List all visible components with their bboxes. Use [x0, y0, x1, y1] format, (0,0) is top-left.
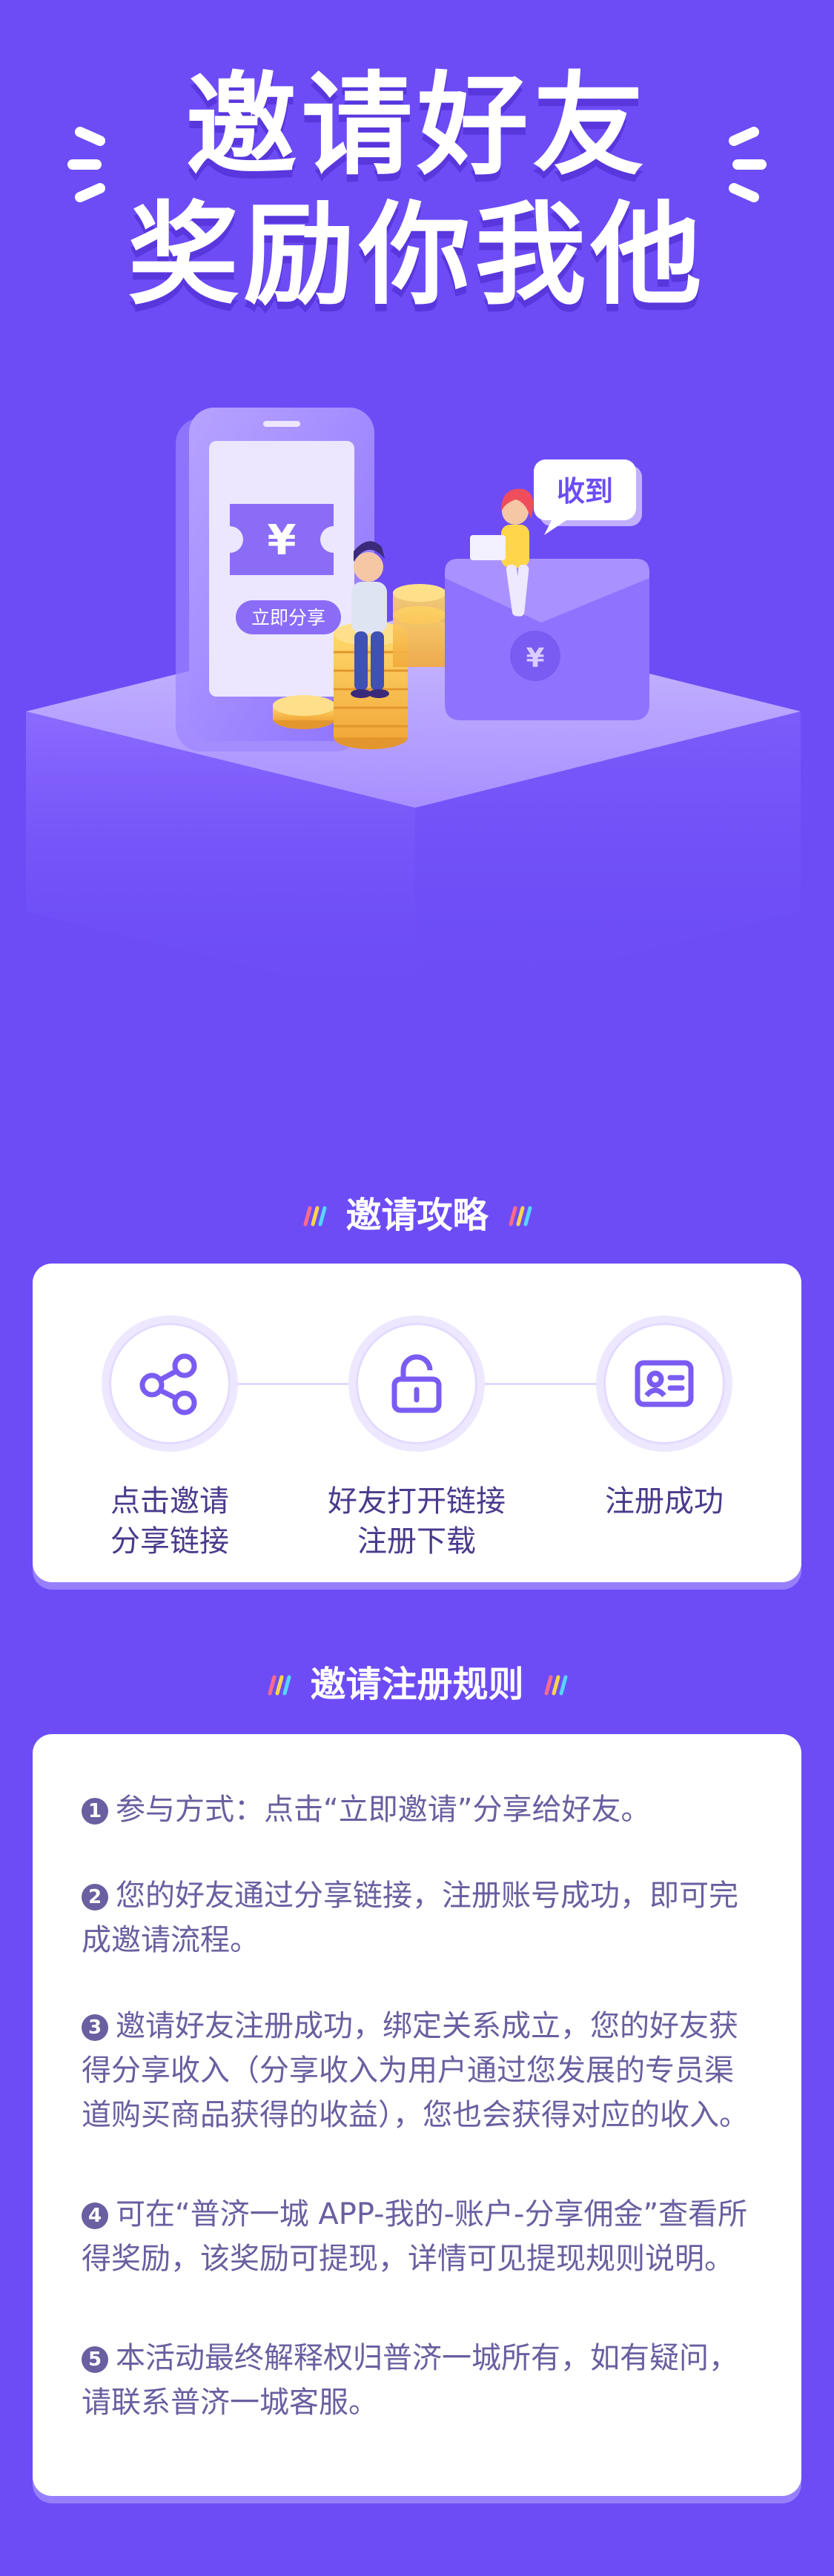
rule-number: 3	[82, 2014, 108, 2041]
confetti-icon	[509, 1206, 532, 1226]
rule-number: 2	[82, 1884, 108, 1911]
rule-text: 邀请好友注册成功，绑定关系成立，您的好友获得分享收入（分享收入为用户通过您发展的…	[82, 2009, 749, 2132]
wallet-illustration: ¥	[445, 559, 649, 720]
step-label: 好友打开链接 注册下载	[328, 1484, 506, 1558]
wallet-currency-symbol: ¥	[526, 643, 544, 674]
rule-item-3: 3 邀请好友注册成功，绑定关系成立，您的好友获得分享收入（分享收入为用户通过您发展…	[82, 2004, 756, 2137]
strategy-header: 邀请攻略	[0, 1191, 834, 1238]
step-open-link: 好友打开链接 注册下载	[305, 1315, 528, 1561]
rules-title: 邀请注册规则	[310, 1664, 524, 1705]
id-card-icon	[635, 1360, 694, 1407]
hero-illustration: ¥ 立即分享 ¥ 收到	[26, 408, 801, 1008]
confetti-icon	[268, 1675, 291, 1696]
rule-item-1: 1 参与方式：点击“立即邀请”分享给好友。	[82, 1787, 756, 1832]
step-label: 注册成功	[605, 1484, 724, 1518]
unlock-icon	[391, 1354, 442, 1413]
rule-item-4: 4 可在“普济一城 APP-我的-账户-分享佣金”查看所得奖励，该奖励可提现，详情…	[82, 2192, 756, 2281]
rule-text: 可在“普济一城 APP-我的-账户-分享佣金”查看所得奖励，该奖励可提现，详情可…	[82, 2197, 748, 2276]
rule-number: 4	[82, 2202, 108, 2229]
rule-text: 参与方式：点击“立即邀请”分享给好友。	[116, 1793, 651, 1827]
step-click-invite: 点击邀请 分享链接	[59, 1315, 281, 1561]
share-now-button: 立即分享	[251, 607, 325, 628]
step-register-success: 注册成功	[553, 1315, 775, 1521]
step-label: 点击邀请 分享链接	[110, 1484, 229, 1558]
rule-text: 本活动最终解释权归普济一城所有，如有疑问，请联系普济一城客服。	[82, 2341, 738, 2420]
confetti-icon	[303, 1206, 327, 1226]
rule-text: 您的好友通过分享链接，注册账号成功，即可完成邀请流程。	[82, 1879, 738, 1957]
rules-header: 邀请注册规则	[0, 1660, 834, 1707]
hero-title-line2: 奖励你我他	[128, 191, 706, 320]
rule-number: 1	[82, 1798, 108, 1825]
received-bubble: 收到	[534, 459, 642, 535]
hero-banner: 邀请好友 奖励你我他 ¥ 立即分享 ¥ 收到	[0, 0, 834, 1075]
confetti-icon	[544, 1675, 567, 1696]
hero-title-line1: 邀请好友	[185, 62, 649, 190]
phone-currency-symbol: ¥	[268, 517, 297, 565]
bubble-received-text: 收到	[557, 475, 613, 508]
rule-item-5: 5 本活动最终解释权归普济一城所有，如有疑问，请联系普济一城客服。	[82, 2336, 756, 2425]
strategy-title: 邀请攻略	[345, 1195, 489, 1236]
rule-item-2: 2 您的好友通过分享链接，注册账号成功，即可完成邀请流程。	[82, 1873, 756, 1962]
share-icon	[139, 1353, 197, 1415]
strategy-card: 点击邀请 分享链接 好友打开链接 注册下载 注册成功	[33, 1264, 801, 1582]
rules-card: 1 参与方式：点击“立即邀请”分享给好友。 2 您的好友通过分享链接，注册账号成功，…	[33, 1734, 801, 2496]
rule-number: 5	[82, 2346, 108, 2373]
